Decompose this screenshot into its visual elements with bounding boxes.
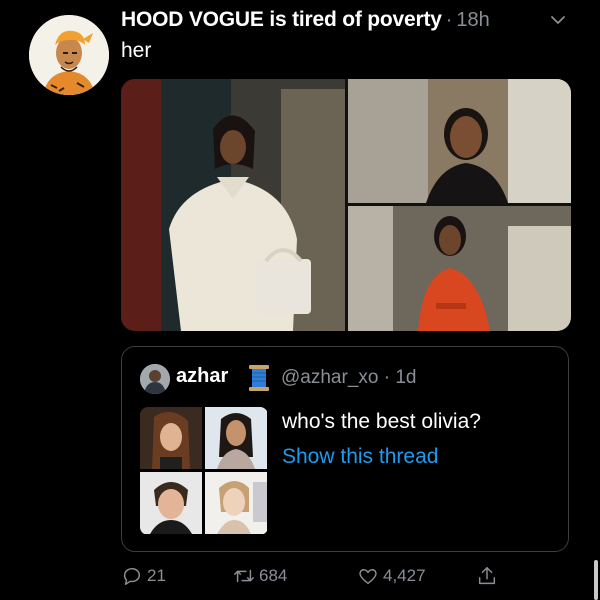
tweet-actions: 21 684 4,427 bbox=[121, 565, 561, 591]
retweet-icon bbox=[234, 569, 254, 583]
reply-count: 21 bbox=[147, 566, 166, 585]
quoted-handle[interactable]: @azhar_xo bbox=[281, 367, 378, 388]
quoted-photo-4[interactable] bbox=[205, 472, 267, 534]
retweet-button[interactable]: 684 bbox=[233, 565, 287, 587]
show-thread-link[interactable]: Show this thread bbox=[282, 445, 438, 469]
quoted-timestamp[interactable]: 1d bbox=[395, 367, 416, 388]
share-icon bbox=[478, 567, 496, 585]
tweet-media-grid bbox=[121, 79, 571, 331]
quoted-tweet[interactable]: azhar @azhar_xo · 1d who's the best oliv… bbox=[121, 346, 569, 552]
quoted-photo-1[interactable] bbox=[140, 407, 202, 469]
media-photo-3[interactable] bbox=[348, 206, 571, 331]
thread-spool-icon bbox=[249, 365, 269, 391]
tweet-header: HOOD VOGUE is tired of poverty · 18h bbox=[121, 6, 580, 34]
quoted-handle-line: @azhar_xo · 1d bbox=[281, 367, 416, 389]
header-separator: · bbox=[445, 8, 453, 31]
like-button[interactable]: 4,427 bbox=[357, 565, 426, 587]
quoted-separator: · bbox=[383, 367, 391, 388]
quoted-photo-3[interactable] bbox=[140, 472, 202, 534]
author-avatar[interactable] bbox=[29, 15, 109, 95]
media-photo-2[interactable] bbox=[348, 79, 571, 203]
quoted-media-grid bbox=[140, 407, 268, 535]
chevron-down-icon[interactable] bbox=[548, 10, 568, 30]
reply-icon bbox=[123, 567, 141, 585]
author-name[interactable]: HOOD VOGUE is tired of poverty bbox=[121, 8, 442, 32]
quoted-avatar[interactable] bbox=[140, 364, 170, 394]
reply-button[interactable]: 21 bbox=[121, 565, 166, 587]
scrollbar[interactable] bbox=[594, 560, 598, 600]
like-count: 4,427 bbox=[383, 566, 426, 585]
media-photo-1[interactable] bbox=[121, 79, 345, 331]
quoted-text: who's the best olivia? bbox=[282, 410, 481, 433]
quoted-photo-2[interactable] bbox=[205, 407, 267, 469]
share-button[interactable] bbox=[476, 565, 502, 587]
tweet-text: her bbox=[121, 39, 152, 62]
tweet-timestamp[interactable]: 18h bbox=[456, 9, 489, 32]
quoted-author-name[interactable]: azhar bbox=[176, 365, 228, 388]
like-icon bbox=[359, 569, 377, 585]
retweet-count: 684 bbox=[259, 566, 288, 585]
